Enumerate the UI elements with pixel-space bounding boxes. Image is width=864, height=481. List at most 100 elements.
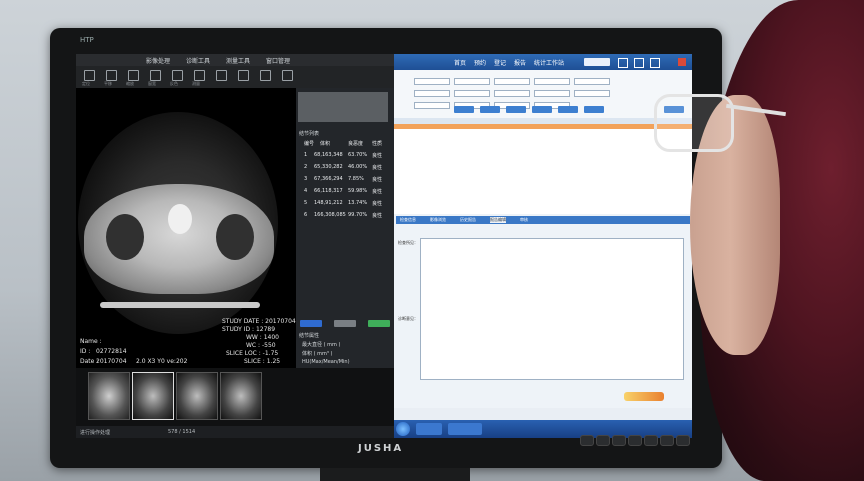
- start-icon[interactable]: [396, 422, 410, 436]
- thumbnail-ct-2[interactable]: [176, 372, 218, 420]
- nodule-cell-p: 63.70%: [348, 152, 368, 158]
- export-button[interactable]: [584, 106, 604, 113]
- header-type: 性质: [372, 141, 383, 147]
- nodule-cell-v: 166,308,085: [314, 212, 346, 218]
- tab-history[interactable]: 历史报告: [460, 217, 476, 223]
- report-editor[interactable]: [420, 238, 684, 380]
- table-row-selected[interactable]: [394, 124, 692, 129]
- ris-tab-stats[interactable]: 统计工作站: [534, 58, 564, 67]
- slice-counter: 578 / 1514: [168, 429, 196, 435]
- thumbnail-ct-3[interactable]: [220, 372, 262, 420]
- nodule-cell-n: 3: [304, 176, 308, 182]
- viewer-toolbar: 定位 平移 缩放 窗宽 反色 测量: [76, 66, 394, 88]
- thumbnail-xray[interactable]: [88, 372, 130, 420]
- zoom-icon[interactable]: [128, 70, 139, 81]
- ris-close-icon[interactable]: [678, 58, 686, 66]
- nodule-button-blue[interactable]: [300, 320, 322, 327]
- pan-label: 平移: [104, 81, 112, 86]
- invert-icon[interactable]: [172, 70, 183, 81]
- nodule-cell-p: 7.85%: [348, 176, 364, 182]
- pan-icon[interactable]: [106, 70, 117, 81]
- ris-search-box[interactable]: [584, 58, 610, 66]
- nodule-cell-p: 13.74%: [348, 200, 368, 206]
- field-8[interactable]: [494, 90, 530, 97]
- window-level-label: 窗宽: [148, 81, 156, 86]
- print-button[interactable]: [558, 106, 578, 113]
- nodule-button-green[interactable]: [368, 320, 390, 327]
- ris-tab-booking[interactable]: 预约: [474, 58, 486, 67]
- tab-report-edit[interactable]: 报告编辑: [490, 217, 506, 223]
- ris-menubar: 首页 预约 登记 报告 统计工作站: [394, 54, 692, 70]
- table-row[interactable]: 4 66,118,317 59.98% 良性: [298, 186, 390, 197]
- ris-print-icon[interactable]: [650, 58, 660, 68]
- status-text: 进行操作处理: [80, 430, 111, 436]
- bezel-button-5[interactable]: [644, 435, 658, 446]
- field-9[interactable]: [534, 90, 570, 97]
- table-row[interactable]: 2 65,330,282 46.00% 良性: [298, 162, 390, 173]
- grid-icon[interactable]: [216, 70, 227, 81]
- field-10[interactable]: [574, 90, 610, 97]
- new-button[interactable]: [506, 106, 526, 113]
- bezel-button-4[interactable]: [628, 435, 642, 446]
- power-button[interactable]: [676, 435, 690, 446]
- thumbnail-strip: [76, 368, 394, 426]
- field-5[interactable]: [574, 78, 610, 85]
- table-row[interactable]: 1 68,163,348 63.70% 良性: [298, 150, 390, 161]
- table-row[interactable]: 3 67,366,294 7.85% 良性: [298, 174, 390, 185]
- bezel-button-2[interactable]: [596, 435, 610, 446]
- ct-table: [100, 302, 260, 308]
- reset-button[interactable]: [480, 106, 500, 113]
- nodule-attr-hu: HU(Max/Mean/Min): [302, 359, 350, 365]
- field-2[interactable]: [454, 78, 490, 85]
- bezel-button-1[interactable]: [580, 435, 594, 446]
- table-row[interactable]: 6 166,308,085 99.70% 良性: [298, 210, 390, 221]
- search-button[interactable]: [454, 106, 474, 113]
- nodule-list-header: 编号 体积 良恶度 性质: [298, 138, 390, 149]
- field-6[interactable]: [414, 90, 450, 97]
- table-row[interactable]: 5 148,91,212 13.74% 良性: [298, 198, 390, 209]
- ris-tab-home[interactable]: 首页: [454, 58, 466, 67]
- taskbar-app-1[interactable]: [416, 423, 442, 435]
- ris-settings-icon[interactable]: [618, 58, 628, 68]
- findings-label: 检查所见：: [398, 240, 418, 245]
- edit-button[interactable]: [532, 106, 552, 113]
- tab-measure-tools[interactable]: 测量工具: [226, 56, 250, 65]
- header-volume: 体积: [320, 141, 331, 147]
- tab-audit[interactable]: 审核: [520, 217, 528, 223]
- nodule-cell-p: 99.70%: [348, 212, 368, 218]
- measure-icon[interactable]: [194, 70, 205, 81]
- layout-icon[interactable]: [260, 70, 271, 81]
- nodule-attr-diameter: 最大直径 ( mm ): [302, 342, 341, 348]
- thumbnail-ct-1[interactable]: [132, 372, 174, 420]
- locate-icon[interactable]: [84, 70, 95, 81]
- nodule-cell-n: 1: [304, 152, 308, 158]
- patient-id: 02772814: [96, 348, 127, 355]
- ris-window-icon[interactable]: [634, 58, 644, 68]
- tab-window-manage[interactable]: 窗口管理: [266, 56, 290, 65]
- nodule-list-title: 结节列表: [299, 131, 320, 137]
- nodule-cell-n: 2: [304, 164, 308, 170]
- ris-tab-report[interactable]: 报告: [514, 58, 526, 67]
- field-1[interactable]: [414, 78, 450, 85]
- viewer-statusbar: 进行操作处理 578 / 1514: [76, 426, 394, 438]
- tab-exam-info[interactable]: 检查信息: [400, 217, 416, 223]
- ris-tab-register[interactable]: 登记: [494, 58, 506, 67]
- field-11[interactable]: [414, 102, 450, 109]
- screen: 影像处理 诊断工具 测量工具 窗口管理 定位 平移 缩放 窗宽 反色 测量 Na…: [76, 54, 692, 438]
- rotate-icon[interactable]: [282, 70, 293, 81]
- field-3[interactable]: [494, 78, 530, 85]
- tab-image-processing[interactable]: 影像处理: [146, 56, 170, 65]
- scan-params: 2.0 X3 Y0 ve:202: [136, 358, 188, 365]
- nodule-cell-t: 良性: [372, 189, 383, 195]
- tab-diagnosis-tools[interactable]: 诊断工具: [186, 56, 210, 65]
- field-4[interactable]: [534, 78, 570, 85]
- window-level-icon[interactable]: [150, 70, 161, 81]
- nodule-cell-n: 5: [304, 200, 308, 206]
- field-7[interactable]: [454, 90, 490, 97]
- nodule-button-gray[interactable]: [334, 320, 356, 327]
- bezel-button-6[interactable]: [660, 435, 674, 446]
- crop-icon[interactable]: [238, 70, 249, 81]
- bezel-button-3[interactable]: [612, 435, 626, 446]
- taskbar-app-2[interactable]: [448, 423, 482, 435]
- tab-image-browse[interactable]: 影像浏览: [430, 217, 446, 223]
